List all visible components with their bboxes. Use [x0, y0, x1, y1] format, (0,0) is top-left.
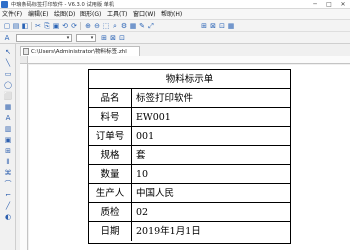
diagonal-tool-icon[interactable]: ╱ — [3, 202, 13, 211]
new-icon[interactable]: ▢ — [3, 22, 11, 30]
table-row[interactable]: 品名 标签打印软件 — [89, 89, 290, 108]
grid-icon[interactable]: ▦ — [227, 22, 235, 30]
menu-shape[interactable]: 图形(G) — [80, 10, 101, 19]
arc-tool-icon[interactable]: ⌒ — [3, 180, 13, 189]
toolbar-divider — [80, 22, 81, 30]
main-toolbar: ▢ ▤ ◧ ✂ ⎘ ▣ ⟲ ⟳ ⊕ ⊖ ⬚ ⌕ ⚙ ▦ ✎ ⤢ ⊞ ⊠ ⊡ ▦ — [0, 20, 350, 32]
align-icon[interactable]: ⊞ — [200, 22, 208, 30]
distribute-icon[interactable]: ⊠ — [209, 22, 217, 30]
ruler-corner — [20, 56, 28, 64]
redo-icon[interactable]: ⟳ — [70, 22, 78, 30]
row-label: 品名 — [89, 89, 132, 108]
rectangle-tool-icon[interactable]: ▭ — [3, 70, 13, 79]
fit-page-icon[interactable]: ⬚ — [102, 22, 110, 30]
row-value: 02 — [136, 207, 149, 218]
edit-icon[interactable]: ✎ — [138, 22, 146, 30]
rounded-rect-tool-icon[interactable]: ⬜ — [3, 92, 13, 101]
document-tab[interactable]: C:\Users\Administrator\物料标签.zhl — [20, 46, 140, 56]
chevron-down-icon: ▾ — [90, 35, 94, 41]
paste-icon[interactable]: ▣ — [52, 22, 60, 30]
text-tool-icon[interactable]: A — [3, 34, 11, 42]
label-table[interactable]: 物料标示单 品名 标签打印软件 料号 EW001 订单号 001 规格 套 数量… — [88, 69, 291, 244]
menu-file[interactable]: 文件(F) — [2, 10, 22, 19]
line-tool-icon[interactable]: ╲ — [3, 59, 13, 68]
multiline-tool-icon[interactable]: ⫴ — [3, 158, 13, 167]
row-value: EW001 — [136, 112, 171, 123]
row-label: 料号 — [89, 108, 132, 127]
variable-tool-icon[interactable]: ⌘ — [3, 169, 13, 178]
menu-window[interactable]: 窗口(W) — [133, 10, 156, 19]
vertical-ruler — [20, 64, 28, 250]
tool-sidebar: ↖ ╲ ▭ ◯ ⬜ ▦ A ▥ ▣ ⊞ ⫴ ⌘ ⌒ ⌐ ╱ ◐ — [0, 44, 16, 250]
menu-bar: 文件(F) 编辑(E) 绘图(D) 图形(G) 工具(T) 窗口(W) 帮助(H… — [0, 9, 350, 20]
row-value: 001 — [136, 131, 155, 142]
row-value: 套 — [136, 150, 146, 161]
align-right-icon[interactable]: ⊡ — [118, 34, 126, 42]
menu-tools[interactable]: 工具(T) — [107, 10, 127, 19]
align-center-icon[interactable]: ⊠ — [109, 34, 117, 42]
row-value: 10 — [136, 169, 149, 180]
label-title[interactable]: 物料标示单 — [89, 70, 290, 89]
row-label: 质检 — [89, 203, 132, 222]
font-family-select[interactable]: ▾ — [16, 34, 72, 42]
database-icon[interactable]: ▦ — [129, 22, 137, 30]
row-label: 规格 — [89, 146, 132, 165]
table-row[interactable]: 规格 套 — [89, 146, 290, 165]
save-icon[interactable]: ◧ — [21, 22, 29, 30]
table-row[interactable]: 数量 10 — [89, 165, 290, 184]
window-title: 中琅条码标签打印软件 - V6.3.0 试用版 单机 — [11, 2, 115, 8]
table-row[interactable]: 订单号 001 — [89, 127, 290, 146]
zoom-in-icon[interactable]: ⊕ — [84, 22, 92, 30]
row-label: 订单号 — [89, 127, 132, 146]
app-logo-icon — [1, 1, 8, 8]
menu-draw[interactable]: 绘图(D) — [54, 10, 75, 19]
menu-edit[interactable]: 编辑(E) — [28, 10, 48, 19]
select-tool-icon[interactable]: ↖ — [3, 48, 13, 57]
horizontal-ruler — [28, 56, 350, 64]
group-icon[interactable]: ⊡ — [218, 22, 226, 30]
barcode-tool-icon[interactable]: ▥ — [3, 125, 13, 134]
image-tool-icon[interactable]: ⊞ — [3, 147, 13, 156]
minimize-button[interactable]: ─ — [308, 0, 322, 9]
row-label: 生产人 — [89, 184, 132, 203]
table-tool-icon[interactable]: ▦ — [3, 103, 13, 112]
undo-icon[interactable]: ⟲ — [61, 22, 69, 30]
title-bar: 中琅条码标签打印软件 - V6.3.0 试用版 单机 ─ □ ✕ — [0, 0, 350, 9]
resize-icon[interactable]: ⤢ — [147, 22, 155, 30]
font-size-select[interactable]: ▾ — [76, 34, 96, 42]
format-toolbar: A ▾ ▾ ⊞ ⊠ ⊡ — [0, 32, 350, 44]
maximize-button[interactable]: □ — [322, 0, 336, 9]
close-button[interactable]: ✕ — [336, 0, 350, 9]
table-row[interactable]: 生产人 中国人民 — [89, 184, 290, 203]
zoom-out-icon[interactable]: ⊖ — [93, 22, 101, 30]
table-row[interactable]: 料号 EW001 — [89, 108, 290, 127]
cut-icon[interactable]: ✂ — [34, 22, 42, 30]
copy-icon[interactable]: ⎘ — [43, 22, 51, 30]
row-value: 标签打印软件 — [136, 93, 194, 104]
polyline-tool-icon[interactable]: ⌐ — [3, 191, 13, 200]
document-icon — [23, 48, 29, 55]
table-row[interactable]: 质检 02 — [89, 203, 290, 222]
chevron-down-icon: ▾ — [66, 35, 70, 41]
document-path: C:\Users\Administrator\物料标签.zhl — [31, 49, 127, 55]
align-left-icon[interactable]: ⊞ — [100, 34, 108, 42]
row-value: 中国人民 — [136, 188, 175, 199]
row-label: 数量 — [89, 165, 132, 184]
row-value: 2019年1月1日 — [136, 226, 201, 237]
ellipse-tool-icon[interactable]: ◯ — [3, 81, 13, 90]
menu-help[interactable]: 帮助(H) — [161, 10, 182, 19]
text-tool-icon[interactable]: A — [3, 114, 13, 123]
toolbar-divider — [31, 22, 32, 30]
row-label: 日期 — [89, 222, 132, 241]
color-tool-icon[interactable]: ◐ — [3, 213, 13, 222]
open-icon[interactable]: ▤ — [12, 22, 20, 30]
qrcode-tool-icon[interactable]: ▣ — [3, 136, 13, 145]
table-row[interactable]: 日期 2019年1月1日 — [89, 222, 290, 241]
settings-icon[interactable]: ⚙ — [120, 22, 128, 30]
search-icon[interactable]: ⌕ — [111, 22, 119, 30]
